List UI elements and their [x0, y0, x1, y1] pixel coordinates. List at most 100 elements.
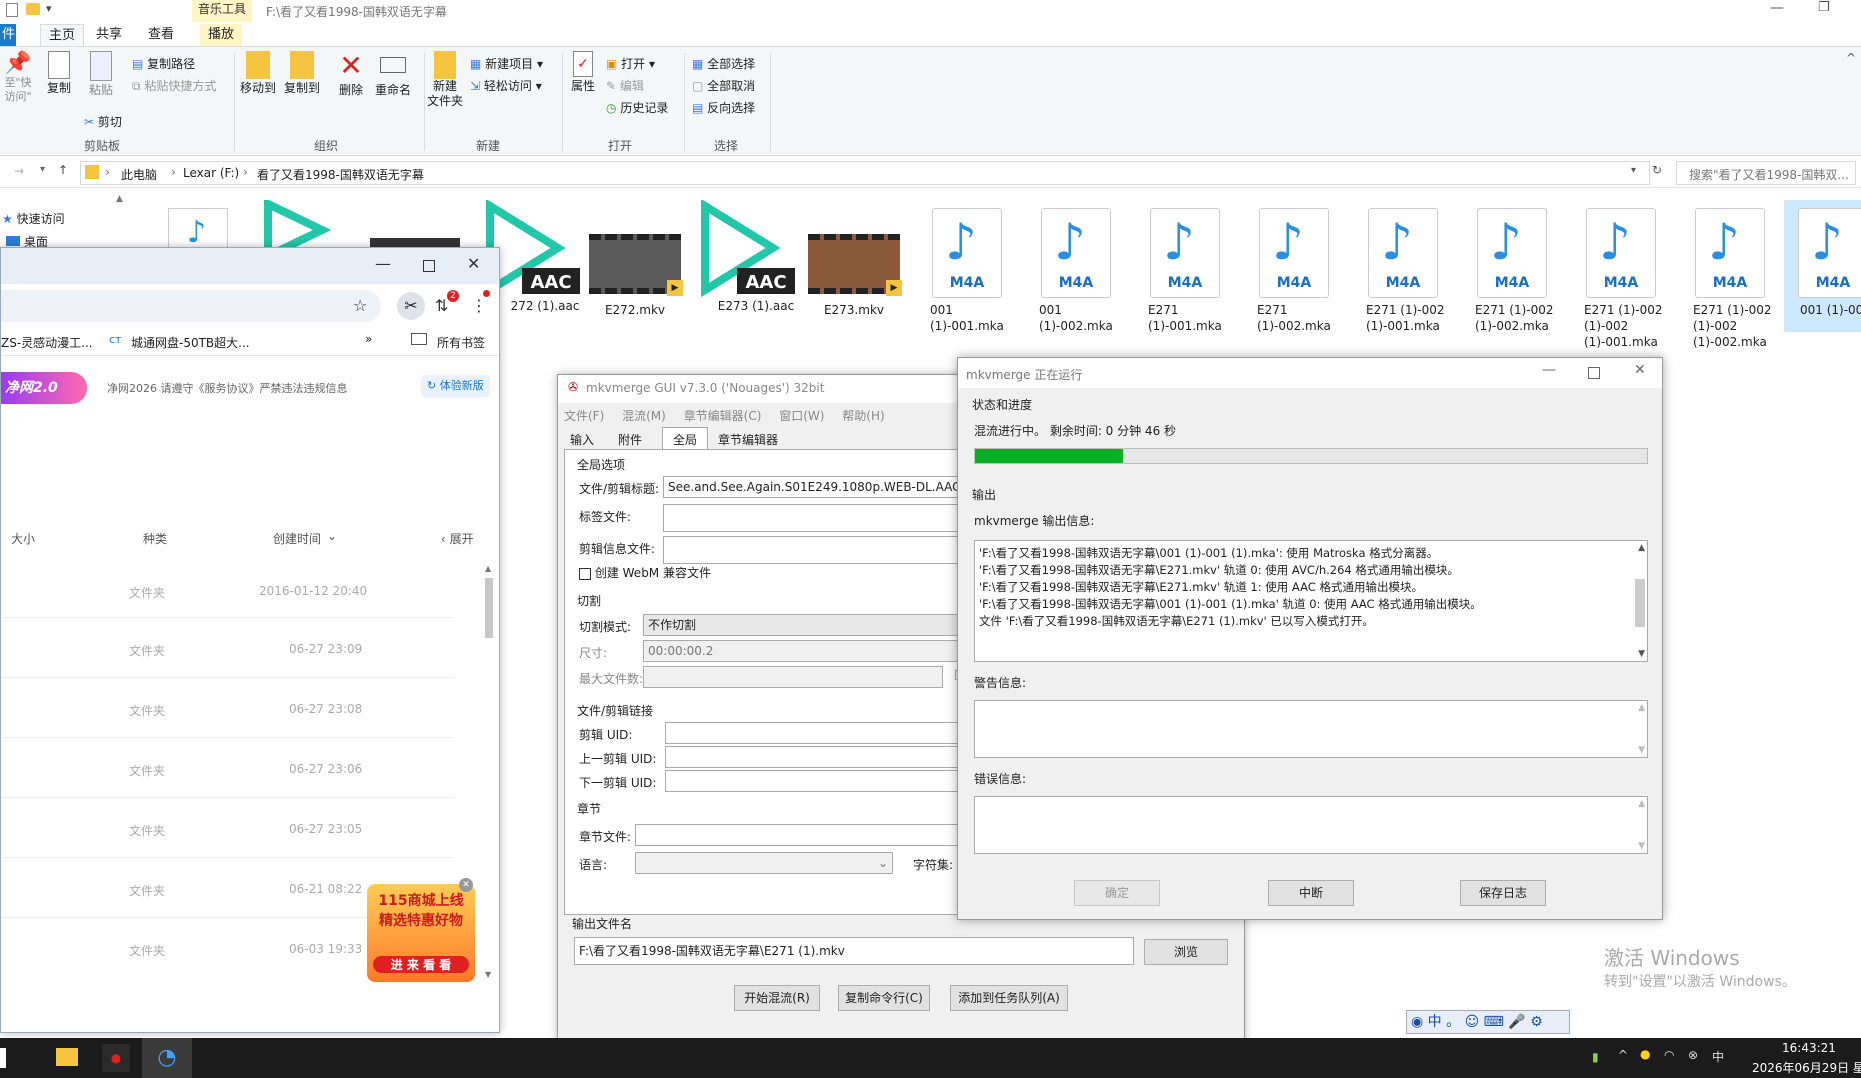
tab-share[interactable]: 共享 [88, 24, 130, 46]
tab-view[interactable]: 查看 [140, 24, 182, 46]
table-row[interactable]: 文件夹 06-27 23:09 [1, 618, 453, 678]
copy-to-button[interactable]: 复制到 [282, 51, 322, 96]
scroll-up-icon[interactable]: ▲ [116, 194, 123, 204]
segment-uid-input[interactable] [665, 722, 965, 744]
minimize-icon[interactable]: — [375, 254, 391, 273]
ime-toolbar[interactable]: ◉ 中 。 ☺ ⌨ 🎤 ⚙ [1406, 1010, 1570, 1034]
abort-button[interactable]: 中断 [1268, 880, 1354, 906]
table-row[interactable]: 文件夹 06-27 23:05 [1, 798, 453, 858]
ime-logo-icon[interactable]: ◉ [1411, 1014, 1423, 1030]
ad-widget[interactable]: ✕ 115商城上线 精选特惠好物 进 来 看 看 [367, 878, 475, 982]
breadcrumb-chevron-icon[interactable]: › [171, 165, 176, 179]
scrollbar-thumb[interactable] [485, 578, 493, 638]
file-item[interactable]: ♪ M4A 001 (1)-001.mka [912, 208, 1022, 334]
open-button[interactable]: ▣ 打开 ▾ [606, 55, 655, 72]
scrollbar-thumb[interactable] [1635, 579, 1645, 627]
file-item[interactable]: ♪ M4A E271 (1)-002 (1)-001.mka [1348, 208, 1458, 334]
address-dropdown-icon[interactable]: ▾ [1631, 165, 1636, 176]
delete-button[interactable]: ✕ 删除 [334, 51, 368, 98]
ime-mic-icon[interactable]: 🎤 [1508, 1014, 1525, 1030]
language-select[interactable]: ⌄ [635, 852, 893, 874]
try-new-version-button[interactable]: ↻ 体验新版 [421, 375, 490, 397]
sort-chevron-icon[interactable]: ⌄ [327, 529, 337, 543]
nav-quick-access[interactable]: ★ 快速访问 [2, 210, 65, 227]
file-item[interactable]: ♪ M4A E271 (1)-001.mka [1130, 208, 1240, 334]
next-uid-input[interactable] [665, 770, 965, 792]
paste-button[interactable]: 粘贴 [84, 51, 118, 98]
maximize-icon[interactable] [423, 260, 435, 272]
forward-arrow-icon[interactable]: → [14, 164, 24, 178]
refresh-icon[interactable]: ↻ [1652, 163, 1662, 177]
more-menu-icon[interactable]: ⋮ [471, 296, 487, 315]
split-mode-select[interactable]: 不作切割 [643, 614, 963, 636]
col-size[interactable]: 大小 [11, 530, 35, 547]
minimize-icon[interactable]: — [1770, 0, 1784, 16]
properties-button[interactable]: ✓ 属性 [566, 51, 600, 94]
tab-input[interactable]: 输入 [570, 431, 594, 448]
file-title-input[interactable]: See.and.See.Again.S01E249.1080p.WEB-DL.A… [663, 476, 963, 498]
close-icon[interactable]: ✕ [467, 254, 480, 273]
file-item-selected[interactable]: ♪M4A 001 (1)-001 (1).mka [1784, 200, 1861, 332]
col-created[interactable]: 创建时间 [273, 530, 321, 547]
file-item[interactable]: ♪ M4A E271 (1)-002 (1)-002.mka [1457, 208, 1567, 334]
promo-banner[interactable]: 净网2.0 [1, 372, 87, 404]
tray-app-icon[interactable]: ● [1640, 1047, 1650, 1061]
restore-icon[interactable]: ❐ [1818, 0, 1830, 15]
file-item-partial[interactable] [260, 197, 332, 263]
select-all-button[interactable]: ▦ 全部选择 [692, 55, 755, 72]
tab-chapter-editor[interactable]: 章节编辑器 [718, 431, 778, 448]
warnings-box[interactable]: ▲ ▼ [974, 700, 1648, 758]
copy-command-button[interactable]: 复制命令行(C) [838, 985, 930, 1011]
extension-icon[interactable]: ⇅ [435, 296, 448, 315]
clock-date[interactable]: 2026年06月29日 星期 [1752, 1059, 1861, 1076]
easy-access-button[interactable]: ⇲ 轻松访问 ▾ [470, 77, 542, 94]
menu-mux[interactable]: 混流(M) [622, 409, 666, 423]
mkvmerge-taskbar-icon[interactable]: ● [102, 1044, 130, 1072]
output-file-input[interactable]: F:\看了又看1998-国韩双语无字幕\E271 (1).mkv [574, 937, 1134, 965]
chapter-file-input[interactable] [635, 824, 965, 846]
new-folder-button[interactable]: 新建 文件夹 [426, 51, 464, 109]
up-arrow-icon[interactable]: ↑ [58, 163, 68, 177]
scroll-up-icon[interactable]: ▲ [1638, 703, 1645, 713]
tab-play[interactable]: 播放 [200, 24, 243, 46]
prev-uid-input[interactable] [665, 746, 965, 768]
address-bar[interactable]: › 此电脑 › Lexar (F:) › 看了又看1998-国韩双语无字幕 ▾ [80, 161, 1650, 185]
ribbon-collapse-icon[interactable]: ^ [1846, 51, 1856, 65]
menu-file[interactable]: 文件(F) [564, 409, 604, 423]
move-to-button[interactable]: 移动到 [238, 51, 278, 96]
file-explorer-taskbar-icon[interactable] [56, 1048, 78, 1066]
volume-muted-icon[interactable]: ⊗ [1688, 1048, 1698, 1062]
start-mux-button[interactable]: 开始混流(R) [734, 985, 820, 1011]
new-item-button[interactable]: ▦ 新建项目 ▾ [470, 55, 543, 72]
start-button[interactable] [0, 1048, 6, 1068]
menu-chapter-editor[interactable]: 章节编辑器(C) [684, 409, 762, 423]
scroll-up-icon[interactable]: ▲ [1638, 543, 1645, 553]
star-bookmark-icon[interactable]: ☆ [353, 296, 367, 315]
table-row[interactable]: 文件夹 06-27 23:08 [1, 678, 453, 738]
policy-notice[interactable]: 净网2026 请遵守《服务协议》严禁违法违规信息 [107, 380, 348, 396]
search-box[interactable]: 搜索"看了又看1998-国韩双... [1676, 161, 1856, 185]
breadcrumb-this-pc[interactable]: 此电脑 [121, 166, 157, 183]
file-item[interactable]: ♪ M4A E271 (1)-002.mka [1239, 208, 1349, 334]
max-files-input[interactable] [643, 666, 943, 688]
history-button[interactable]: ◷ 历史记录 [606, 99, 668, 116]
tab-attachments[interactable]: 附件 [618, 431, 642, 448]
invert-selection-button[interactable]: ▤ 反向选择 [692, 99, 755, 116]
tray-chevron-icon[interactable]: ^ [1618, 1048, 1628, 1062]
browser-taskbar-icon[interactable]: ◔ [142, 1038, 192, 1078]
ime-chinese-mode-icon[interactable]: 中 [1428, 1014, 1442, 1030]
output-log[interactable]: 'F:\看了又看1998-国韩双语无字幕\001 (1)-001 (1).mka… [974, 540, 1648, 662]
scroll-down-icon[interactable]: ▼ [485, 970, 491, 979]
table-row[interactable]: 文件夹 06-27 23:06 [1, 738, 453, 798]
maximize-icon[interactable] [1588, 367, 1600, 379]
size-input[interactable]: 00:00:00.2 [643, 640, 963, 662]
copy-path-button[interactable]: ▤ 复制路径 [132, 55, 195, 72]
file-item[interactable]: ♪ M4A E271 (1)-002 (1)-002 (1)-002.mka [1675, 208, 1785, 350]
browse-button[interactable]: 浏览 [1144, 939, 1228, 965]
qat-dropdown-icon[interactable]: ▾ [46, 2, 52, 15]
segment-info-input[interactable] [663, 536, 963, 564]
ime-keyboard-icon[interactable]: ⌨ [1484, 1014, 1504, 1030]
pin-quick-access-button[interactable]: 📌 至"快 访问" [0, 51, 36, 104]
ok-button[interactable]: 确定 [1074, 880, 1160, 906]
edit-button[interactable]: ✎ 编辑 [606, 77, 644, 94]
